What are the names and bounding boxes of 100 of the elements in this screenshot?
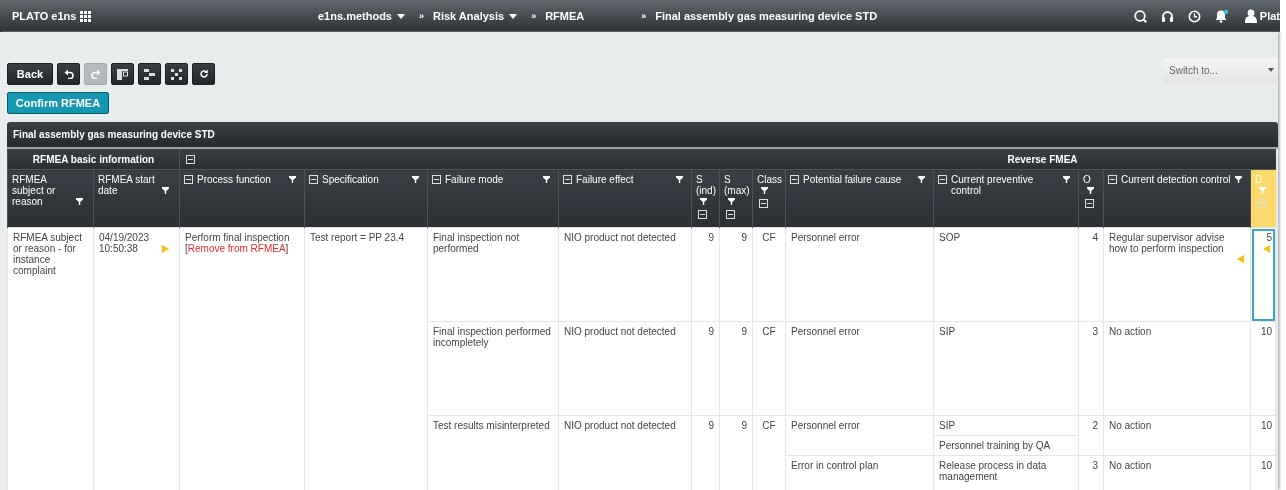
breadcrumb-separator: » <box>531 11 537 21</box>
filter-icon[interactable] <box>162 187 169 194</box>
clock-icon[interactable] <box>1187 9 1201 23</box>
column-header[interactable]: Class <box>752 169 786 228</box>
breadcrumb-link[interactable]: Risk Analysis <box>433 10 518 22</box>
column-header[interactable]: Specification <box>304 169 428 228</box>
column-label: Class <box>757 174 782 185</box>
collapse-icon[interactable] <box>186 154 195 164</box>
group-label: RFMEA basic information <box>31 153 156 165</box>
table-cell[interactable]: 10 <box>1250 321 1276 416</box>
collapse-icon[interactable] <box>309 175 318 184</box>
collapse-icon[interactable] <box>432 175 441 184</box>
filter-icon[interactable] <box>543 176 550 183</box>
column-label: RFMEA subject or reason <box>12 174 57 207</box>
bell-icon[interactable] <box>1214 9 1229 23</box>
collapse-icon[interactable] <box>1108 175 1117 184</box>
column-header[interactable]: S (max) <box>719 169 753 228</box>
expand-button[interactable] <box>165 63 188 85</box>
table-cell: CF <box>752 321 786 416</box>
filter-icon[interactable] <box>412 176 419 183</box>
refresh-button[interactable] <box>192 63 215 85</box>
switch-to-dropdown[interactable]: Switch to... <box>1163 57 1278 83</box>
table-cell: Final inspection not performed <box>427 227 559 322</box>
table-cell[interactable]: 10 <box>1250 415 1276 456</box>
filter-icon[interactable] <box>1235 176 1242 183</box>
column-header[interactable]: Current detection control <box>1103 169 1251 228</box>
table-cell: SOP <box>933 227 1079 322</box>
headset-icon[interactable] <box>1160 9 1174 23</box>
column-header[interactable]: Failure effect <box>558 169 692 228</box>
collapse-icon[interactable] <box>563 175 572 184</box>
table-cell: SIP <box>933 415 1079 436</box>
collapse-icon[interactable] <box>726 210 735 219</box>
table-cell: 4 <box>1078 227 1104 322</box>
table-cell: 9 <box>719 321 753 416</box>
breadcrumb-link[interactable]: RFMEA <box>545 10 628 22</box>
filter-icon[interactable] <box>1087 187 1094 194</box>
breadcrumb-separator: » <box>418 11 424 21</box>
panel-layout-icon <box>117 68 128 80</box>
table-cell: No action <box>1103 321 1251 416</box>
remove-text: [Remove from RFMEA] <box>185 243 290 254</box>
column-header[interactable]: Failure mode <box>427 169 559 228</box>
collapse-icon[interactable] <box>698 210 707 219</box>
column-header[interactable]: S (ind) <box>691 169 720 228</box>
column-label: O <box>1083 174 1091 185</box>
column-label: D <box>1255 174 1263 185</box>
column-label: Failure mode <box>445 174 505 185</box>
table-cell: 9 <box>719 227 753 322</box>
redo-icon <box>90 69 101 79</box>
triangle-icon <box>1263 245 1271 253</box>
group-label: Reverse FMEA <box>1007 153 1078 165</box>
caret-icon <box>1268 68 1274 72</box>
process-function: Perform final inspection <box>185 232 291 243</box>
column-label: Specification <box>322 174 380 185</box>
user-icon[interactable] <box>1244 9 1257 23</box>
table-title: Final assembly gas measuring device STD <box>7 122 1278 149</box>
column-header[interactable]: Current preventive control <box>933 169 1079 228</box>
column-label: S (ind) <box>696 174 716 196</box>
collapse-icon[interactable] <box>1085 199 1094 208</box>
column-header[interactable]: Potential failure cause <box>785 169 934 228</box>
filter-icon[interactable] <box>76 198 83 205</box>
column-label: Failure effect <box>576 174 635 185</box>
column-label: Current detection control <box>1121 174 1231 185</box>
breadcrumb-link[interactable]: Final assembly gas measuring device STD <box>655 10 878 22</box>
filter-icon[interactable] <box>1063 176 1070 183</box>
column-header[interactable]: RFMEA start date <box>93 169 180 228</box>
collapse-icon[interactable] <box>790 175 799 184</box>
filter-icon[interactable] <box>676 176 683 183</box>
table-cell: NIO product not detected <box>558 227 692 322</box>
table-cell: 3 <box>1078 321 1104 416</box>
undo-button[interactable] <box>57 63 80 85</box>
breadcrumb-link[interactable]: e1ns.methods <box>318 10 405 22</box>
filter-icon[interactable] <box>761 187 768 194</box>
collapse-icon[interactable] <box>938 175 947 184</box>
user-name[interactable]: Plat <box>1259 10 1280 22</box>
app-grid-icon[interactable] <box>80 10 92 22</box>
tree-view-button[interactable] <box>138 63 161 85</box>
search-icon[interactable] <box>1133 9 1147 23</box>
panel-layout-button[interactable] <box>111 63 134 85</box>
table-cell: NIO product not detected <box>558 321 692 416</box>
back-button[interactable]: Back <box>7 63 53 85</box>
collapse-icon[interactable] <box>184 175 193 184</box>
collapse-icon[interactable] <box>759 199 768 208</box>
column-label: Potential failure cause <box>803 174 903 185</box>
table-cell: RFMEA subject or reason - for instance complaint <box>7 227 94 490</box>
table-cell: Personnel error <box>785 321 934 416</box>
column-header[interactable]: O <box>1078 169 1104 228</box>
filter-icon[interactable] <box>700 198 707 205</box>
tree-icon <box>144 68 155 80</box>
table-cell: 2 <box>1078 415 1104 456</box>
triangle-icon <box>162 245 169 253</box>
column-header[interactable]: RFMEA subject or reason <box>7 169 94 228</box>
table-cell[interactable]: 5 <box>1250 227 1276 322</box>
table-cell: 04/19/2023 10:50:38 <box>93 227 180 490</box>
filter-icon[interactable] <box>289 176 296 183</box>
column-label: Current preventive control <box>951 174 1035 196</box>
table-cell: 9 <box>691 227 720 322</box>
filter-icon[interactable] <box>728 198 735 205</box>
filter-icon[interactable] <box>918 176 925 183</box>
table-cell: Test report = PP 23.4 <box>304 227 428 490</box>
column-header[interactable]: Process function <box>179 169 305 228</box>
